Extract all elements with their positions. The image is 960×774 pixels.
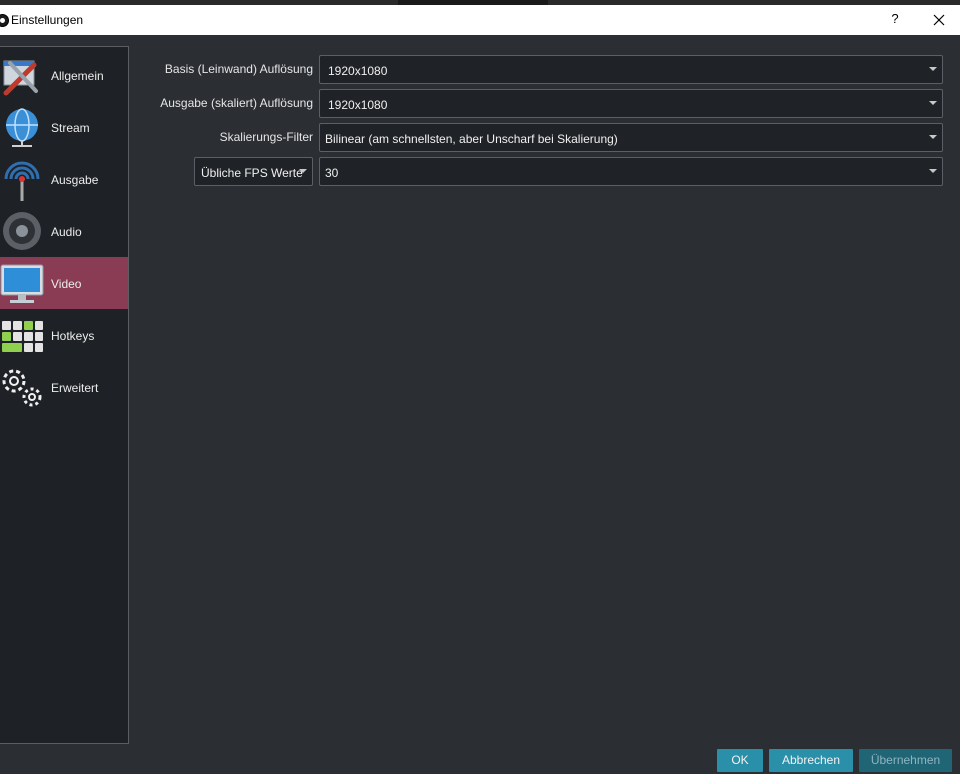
fps-value: 30 <box>325 166 339 180</box>
ok-button[interactable]: OK <box>717 749 763 772</box>
obs-app-icon <box>0 14 9 27</box>
wrench-screwdriver-icon <box>3 60 38 96</box>
sidebar-item-stream[interactable]: Stream <box>0 101 128 153</box>
output-resolution-value: 1920x1080 <box>328 98 388 112</box>
speaker-icon <box>3 212 41 250</box>
window-title: Einstellungen <box>11 13 84 27</box>
output-resolution-label: Ausgabe (skaliert) Auflösung <box>160 96 313 110</box>
sidebar-item-video[interactable]: Video <box>0 257 128 309</box>
chevron-down-icon <box>929 101 937 105</box>
sidebar-item-erweitert[interactable]: Erweitert <box>0 361 128 413</box>
monitor-icon <box>0 264 44 303</box>
sidebar-item-label: Stream <box>51 121 90 135</box>
gears-icon <box>2 369 42 407</box>
sidebar-item-label: Hotkeys <box>51 329 95 343</box>
sidebar-item-allgemein[interactable]: Allgemein <box>0 49 128 101</box>
cancel-button[interactable]: Abbrechen <box>769 749 853 772</box>
sidebar-item-ausgabe[interactable]: Ausgabe <box>0 153 128 205</box>
chevron-down-icon <box>929 169 937 173</box>
title-bar: Einstellungen ? <box>0 5 960 35</box>
downscale-filter-combo[interactable]: Bilinear (am schnellsten, aber Unscharf … <box>319 123 943 152</box>
chevron-down-icon <box>929 135 937 139</box>
downscale-filter-value: Bilinear (am schnellsten, aber Unscharf … <box>325 132 618 146</box>
base-resolution-combo[interactable]: 1920x1080 <box>319 55 943 84</box>
fps-value-combo[interactable]: 30 <box>319 157 943 186</box>
settings-sidebar: Allgemein Stream Ausgabe Audio Video Hot… <box>0 46 129 744</box>
chevron-down-icon <box>929 67 937 71</box>
output-resolution-combo[interactable]: 1920x1080 <box>319 89 943 118</box>
close-icon <box>933 14 945 26</box>
help-button[interactable]: ? <box>886 11 904 26</box>
chevron-down-icon <box>299 169 307 173</box>
close-button[interactable] <box>928 9 950 31</box>
apply-button[interactable]: Übernehmen <box>859 749 952 772</box>
sidebar-item-hotkeys[interactable]: Hotkeys <box>0 309 128 361</box>
base-resolution-label: Basis (Leinwand) Auflösung <box>164 62 313 76</box>
sidebar-item-label: Allgemein <box>51 69 104 83</box>
sidebar-item-label: Audio <box>51 225 82 239</box>
sidebar-item-audio[interactable]: Audio <box>0 205 128 257</box>
base-resolution-value: 1920x1080 <box>328 64 388 78</box>
globe-network-icon <box>6 108 38 147</box>
fps-type-combo[interactable]: Übliche FPS Werte <box>194 157 313 186</box>
keyboard-icon <box>2 321 43 352</box>
downscale-filter-label: Skalierungs-Filter <box>219 130 313 144</box>
sidebar-item-label: Erweitert <box>51 381 99 395</box>
fps-type-value: Übliche FPS Werte <box>201 166 303 180</box>
broadcast-antenna-icon <box>4 161 40 201</box>
sidebar-item-label: Ausgabe <box>51 173 99 187</box>
sidebar-item-label: Video <box>51 277 82 291</box>
